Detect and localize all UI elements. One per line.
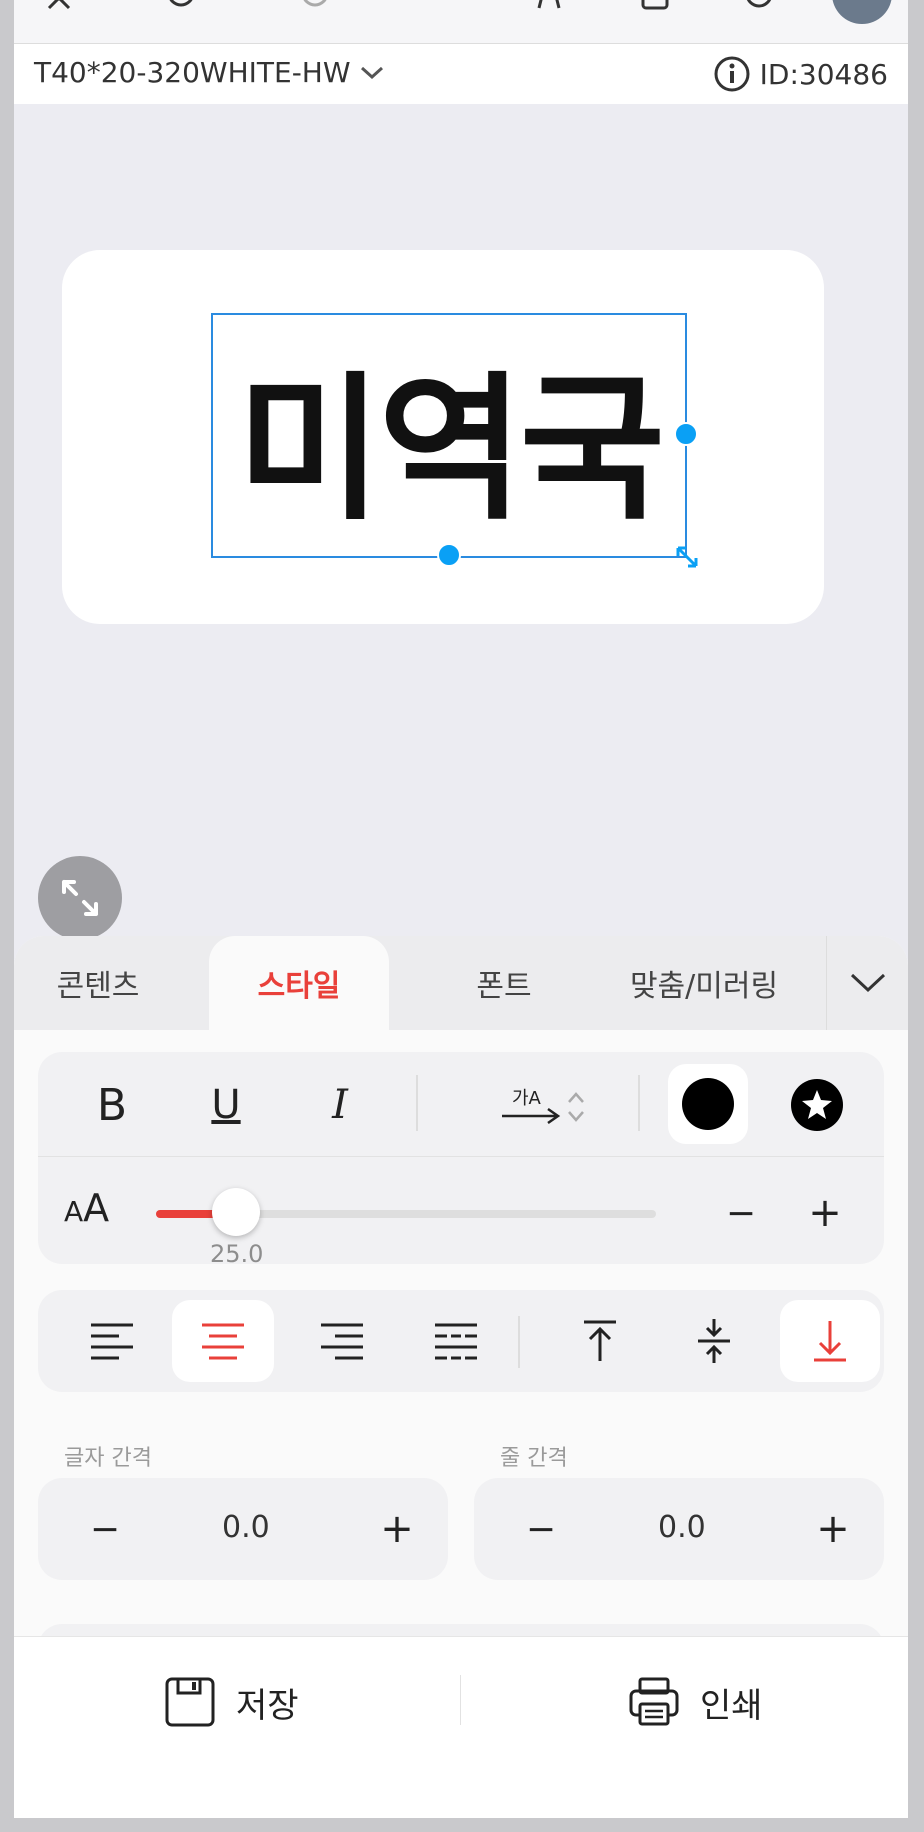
model-name: T40*20-320WHITE-HW bbox=[34, 56, 351, 89]
font-size-slider[interactable] bbox=[156, 1188, 656, 1236]
model-selector[interactable]: T40*20-320WHITE-HW bbox=[34, 56, 385, 89]
print-label: 인쇄 bbox=[700, 1685, 763, 1726]
label-text: 미역국 bbox=[236, 358, 665, 542]
chevron-down-icon bbox=[360, 66, 383, 79]
letter-spacing-label: 글자 간격 bbox=[64, 1446, 152, 1471]
redo-icon[interactable] bbox=[300, 0, 330, 18]
print-button[interactable]: 인쇄 bbox=[628, 1667, 763, 1737]
align-center-icon bbox=[202, 1323, 244, 1360]
printer-icon bbox=[629, 1677, 679, 1726]
resize-width-handle[interactable] bbox=[674, 422, 698, 446]
close-icon[interactable] bbox=[44, 0, 74, 18]
align-justify-button[interactable] bbox=[416, 1305, 496, 1377]
color-swatch bbox=[682, 1078, 734, 1130]
font-size-icon: AA bbox=[64, 1186, 110, 1230]
text-object[interactable]: 미역국 bbox=[211, 313, 687, 558]
device-icon[interactable] bbox=[534, 0, 564, 18]
valign-top-icon bbox=[584, 1320, 616, 1361]
valign-top-button[interactable] bbox=[560, 1305, 640, 1377]
valign-middle-icon bbox=[698, 1319, 730, 1363]
tab-style[interactable]: 스타일 bbox=[209, 936, 389, 1030]
tab-font[interactable]: 폰트 bbox=[434, 936, 574, 1030]
align-left-button[interactable] bbox=[72, 1305, 152, 1377]
letter-spacing-decrease-button[interactable]: − bbox=[80, 1506, 130, 1552]
top-toolbar bbox=[14, 0, 908, 44]
bottom-action-bar: 저장 인쇄 bbox=[14, 1636, 908, 1818]
line-spacing-increase-button[interactable]: + bbox=[808, 1506, 858, 1552]
avatar[interactable] bbox=[832, 0, 892, 24]
align-center-button[interactable] bbox=[172, 1300, 274, 1382]
undo-icon[interactable] bbox=[166, 0, 196, 18]
font-size-decrease-button[interactable]: − bbox=[716, 1190, 766, 1236]
line-spacing-decrease-button[interactable]: − bbox=[516, 1506, 566, 1552]
line-spacing-value: 0.0 bbox=[658, 1510, 706, 1545]
separator bbox=[518, 1316, 520, 1368]
fit-screen-button[interactable] bbox=[38, 856, 122, 940]
file-icon[interactable] bbox=[640, 0, 670, 18]
slider-thumb[interactable] bbox=[212, 1188, 260, 1236]
letter-spacing-increase-button[interactable]: + bbox=[372, 1506, 422, 1552]
save-label: 저장 bbox=[236, 1685, 299, 1726]
font-size-increase-button[interactable]: + bbox=[800, 1190, 850, 1236]
settings-icon[interactable] bbox=[744, 0, 774, 18]
label-id-text: ID:30486 bbox=[759, 57, 888, 91]
valign-middle-button[interactable] bbox=[674, 1305, 754, 1377]
align-right-button[interactable] bbox=[302, 1305, 382, 1377]
text-direction-button[interactable]: 가A bbox=[484, 1076, 594, 1136]
underline-button[interactable]: U bbox=[186, 1075, 266, 1135]
label-header: T40*20-320WHITE-HW ID:30486 bbox=[14, 44, 908, 104]
align-left-icon bbox=[91, 1323, 133, 1360]
chevron-down-icon bbox=[850, 973, 885, 993]
line-spacing-label: 줄 간격 bbox=[500, 1446, 568, 1471]
collapse-panel-button[interactable] bbox=[826, 936, 908, 1030]
save-button[interactable]: 저장 bbox=[164, 1667, 299, 1737]
separator bbox=[460, 1675, 461, 1725]
app-frame: T40*20-320WHITE-HW ID:30486 미역국 콘텐츠 스타일 … bbox=[14, 0, 908, 1818]
valign-bottom-icon bbox=[814, 1321, 846, 1362]
info-icon bbox=[714, 56, 750, 92]
updown-icon bbox=[568, 1092, 584, 1122]
divider bbox=[38, 1156, 884, 1157]
bold-button[interactable]: B bbox=[72, 1075, 152, 1135]
label-id[interactable]: ID:30486 bbox=[714, 56, 888, 92]
text-color-button[interactable] bbox=[668, 1064, 748, 1144]
valign-bottom-button[interactable] bbox=[780, 1300, 880, 1382]
resize-height-handle[interactable] bbox=[437, 543, 461, 567]
star-icon bbox=[791, 1079, 843, 1131]
font-size-value: 25.0 bbox=[210, 1240, 264, 1268]
tab-fit-mirror[interactable]: 맞춤/미러링 bbox=[604, 936, 804, 1030]
italic-button[interactable]: I bbox=[300, 1075, 380, 1135]
align-right-icon bbox=[321, 1323, 363, 1360]
letter-spacing-value: 0.0 bbox=[222, 1510, 270, 1545]
align-justify-icon bbox=[435, 1323, 477, 1360]
separator bbox=[638, 1075, 640, 1131]
separator bbox=[416, 1075, 418, 1131]
panel-tabs: 콘텐츠 스타일 폰트 맞춤/미러링 bbox=[14, 936, 908, 1030]
arrow-right-icon bbox=[502, 1107, 561, 1125]
save-icon bbox=[165, 1677, 215, 1727]
resize-corner-icon[interactable] bbox=[674, 544, 700, 570]
tab-content[interactable]: 콘텐츠 bbox=[14, 936, 182, 1030]
expand-icon bbox=[62, 880, 98, 916]
effects-button[interactable] bbox=[786, 1076, 848, 1134]
